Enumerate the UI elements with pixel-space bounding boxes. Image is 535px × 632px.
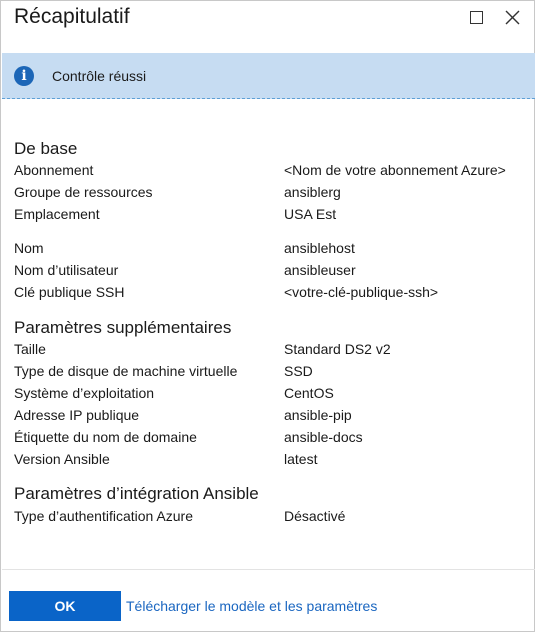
row-label: Étiquette du nom de domaine: [14, 429, 197, 445]
validation-message: Contrôle réussi: [52, 68, 147, 84]
summary-row: Version Ansible latest: [14, 451, 529, 471]
row-value: <Nom de votre abonnement Azure>: [284, 162, 506, 178]
row-label: Emplacement: [14, 206, 100, 222]
summary-row: Emplacement USA Est: [14, 206, 529, 226]
row-label: Abonnement: [14, 162, 94, 178]
close-button[interactable]: [504, 9, 521, 26]
row-label: Groupe de ressources: [14, 184, 153, 200]
ok-button[interactable]: OK: [9, 591, 121, 621]
summary-row: Étiquette du nom de domaine ansible-docs: [14, 429, 529, 449]
row-value: Désactivé: [284, 508, 346, 524]
row-value: USA Est: [284, 206, 337, 222]
summary-row: Système d’exploitation CentOS: [14, 385, 529, 405]
row-value: ansible-pip: [284, 407, 352, 423]
maximize-button[interactable]: [468, 9, 485, 26]
row-label: Taille: [14, 341, 46, 357]
row-label: Adresse IP publique: [14, 407, 140, 423]
section-title-extra: Paramètres supplémentaires: [14, 318, 232, 337]
row-value: ansibleuser: [284, 262, 356, 278]
row-value: Standard DS2 v2: [284, 341, 391, 357]
row-value: SSD: [284, 363, 313, 379]
row-label: Type d’authentification Azure: [14, 508, 194, 524]
row-value: ansiblehost: [284, 240, 355, 256]
summary-row: Groupe de ressources ansiblerg: [14, 184, 529, 204]
validation-banner: i Contrôle réussi: [2, 53, 535, 99]
summary-row: Type d’authentification Azure Désactivé: [14, 508, 529, 528]
close-icon: [505, 10, 520, 25]
row-label: Système d’exploitation: [14, 385, 155, 401]
dialog-title: Récapitulatif: [14, 5, 130, 28]
row-label: Type de disque de machine virtuelle: [14, 363, 238, 379]
row-value: ansiblerg: [284, 184, 341, 200]
section-title-basics: De base: [14, 139, 78, 158]
summary-row: Nom ansiblehost: [14, 240, 529, 260]
info-icon: i: [14, 66, 34, 86]
row-value: <votre-clé-publique-ssh>: [284, 284, 439, 300]
row-value: CentOS: [284, 385, 334, 401]
row-value: ansible-docs: [284, 429, 363, 445]
summary-row: Abonnement <Nom de votre abonnement Azur…: [14, 162, 529, 182]
summary-row: Clé publique SSH <votre-clé-publique-ssh…: [14, 284, 529, 304]
summary-row: Taille Standard DS2 v2: [14, 341, 529, 361]
row-label: Clé publique SSH: [14, 284, 125, 300]
summary-dialog: Récapitulatif i Contrôle réussi De base …: [0, 0, 535, 632]
summary-row: Adresse IP publique ansible-pip: [14, 407, 529, 427]
row-label: Version Ansible: [14, 451, 110, 467]
row-label: Nom d’utilisateur: [14, 262, 119, 278]
section-title-integration: Paramètres d’intégration Ansible: [14, 484, 259, 503]
download-template-link[interactable]: Télécharger le modèle et les paramètres: [126, 598, 377, 614]
maximize-icon: [470, 11, 483, 24]
summary-row: Nom d’utilisateur ansibleuser: [14, 262, 529, 282]
row-value: latest: [284, 451, 318, 467]
row-label: Nom: [14, 240, 44, 256]
footer-divider: [2, 569, 535, 570]
summary-row: Type de disque de machine virtuelle SSD: [14, 363, 529, 383]
